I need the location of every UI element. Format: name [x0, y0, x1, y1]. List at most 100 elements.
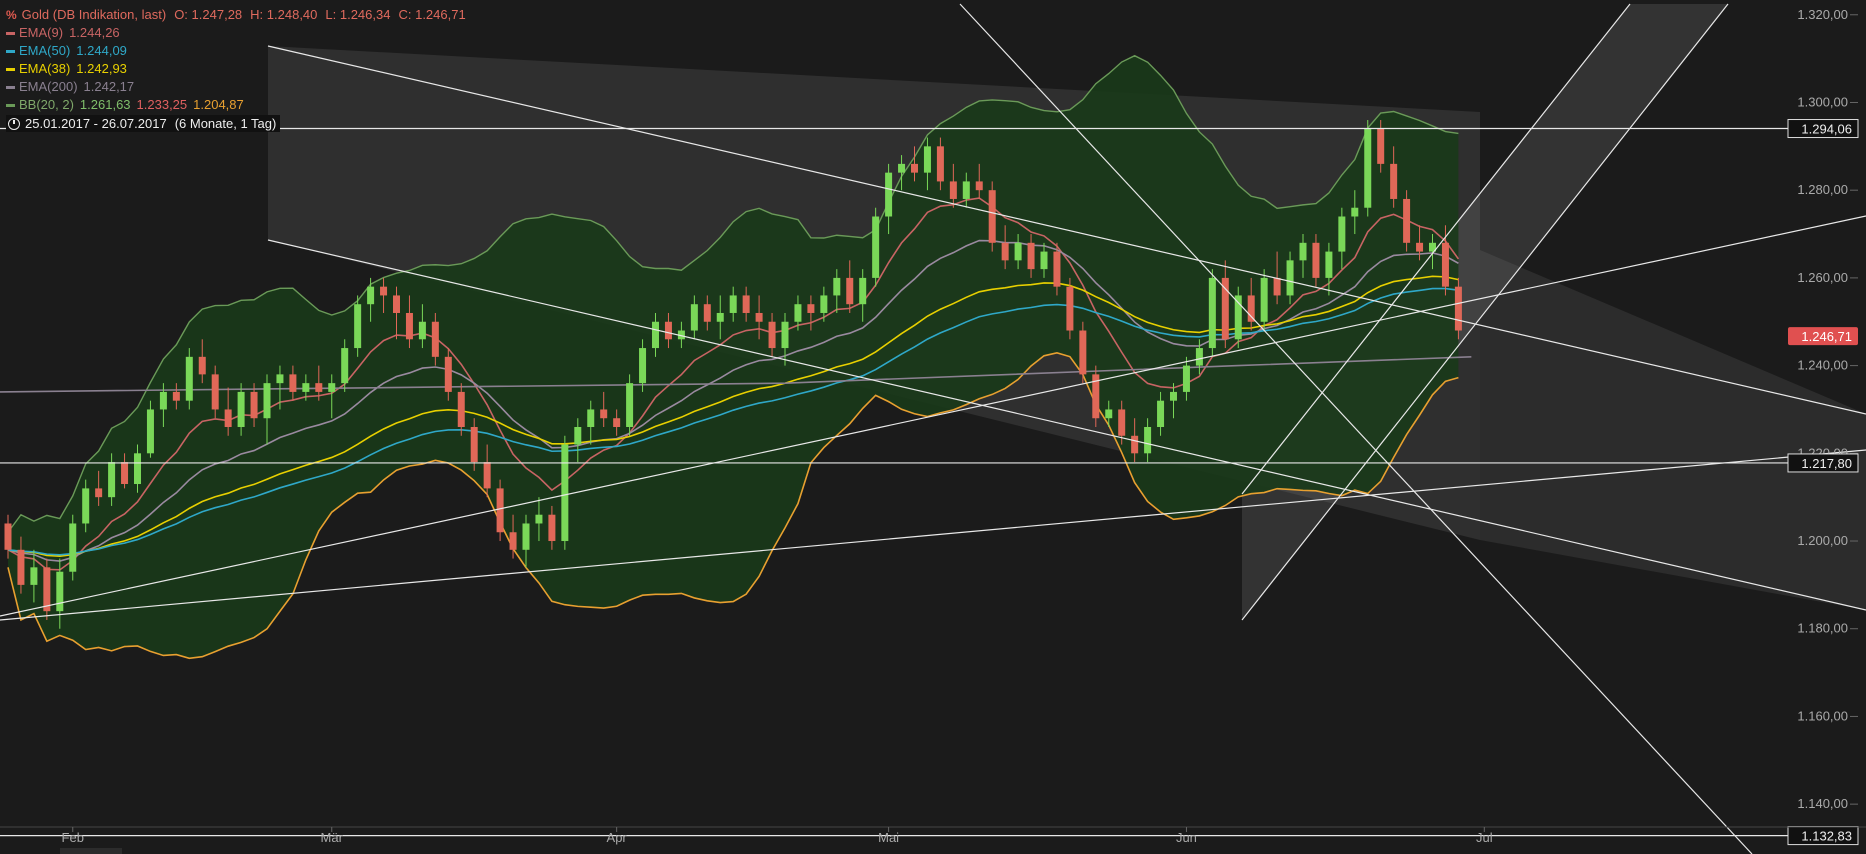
candle-body[interactable] — [781, 321, 789, 349]
candle-body[interactable] — [535, 514, 543, 524]
candle-body[interactable] — [522, 523, 530, 550]
candle-body[interactable] — [276, 374, 284, 384]
candle-body[interactable] — [172, 391, 180, 401]
candle-body[interactable] — [56, 571, 64, 612]
candle-body[interactable] — [768, 321, 776, 349]
candle-body[interactable] — [807, 304, 815, 313]
candle-body[interactable] — [1157, 400, 1165, 427]
candle-body[interactable] — [1416, 242, 1424, 252]
candle-body[interactable] — [328, 383, 336, 392]
candle-body[interactable] — [936, 146, 944, 182]
candle-body[interactable] — [1260, 277, 1268, 322]
candle-body[interactable] — [1182, 365, 1190, 392]
candle-body[interactable] — [1338, 216, 1346, 252]
candle-body[interactable] — [69, 523, 77, 572]
candle-body[interactable] — [367, 286, 375, 305]
candle-body[interactable] — [846, 277, 854, 305]
candle-body[interactable] — [587, 409, 595, 427]
instrument-name[interactable]: Gold (DB Indikation, last) — [22, 6, 167, 24]
candle-body[interactable] — [1027, 242, 1035, 270]
time-scrollbar-thumb[interactable] — [60, 848, 122, 854]
candle-body[interactable] — [30, 567, 38, 585]
candle-body[interactable] — [548, 514, 556, 542]
candle-body[interactable] — [949, 181, 957, 199]
candle-body[interactable] — [470, 427, 478, 463]
candle-body[interactable] — [872, 216, 880, 278]
candle-body[interactable] — [1208, 277, 1216, 349]
candle-body[interactable] — [1105, 409, 1113, 419]
candle-body[interactable] — [121, 462, 129, 485]
candle-body[interactable] — [664, 321, 672, 340]
candle-body[interactable] — [975, 181, 983, 191]
candle-body[interactable] — [134, 453, 141, 485]
candle-body[interactable] — [1364, 128, 1372, 208]
candle-body[interactable] — [1040, 251, 1048, 270]
legend-ema200[interactable]: EMA(200) 1.242,17 — [6, 78, 466, 96]
candle-body[interactable] — [898, 163, 906, 173]
candle-body[interactable] — [263, 383, 271, 419]
candle-body[interactable] — [639, 348, 647, 384]
candle-body[interactable] — [613, 418, 621, 427]
candle-body[interactable] — [988, 190, 996, 243]
candle-body[interactable] — [341, 348, 349, 384]
candle-body[interactable] — [626, 383, 634, 427]
candle-body[interactable] — [1144, 427, 1152, 454]
candle-body[interactable] — [198, 356, 206, 375]
candle-body[interactable] — [95, 488, 103, 498]
candle-body[interactable] — [1131, 435, 1139, 454]
candle-body[interactable] — [405, 312, 413, 340]
candle-body[interactable] — [923, 146, 931, 173]
candle-body[interactable] — [354, 304, 362, 349]
candle-body[interactable] — [652, 321, 659, 349]
candle-body[interactable] — [380, 286, 388, 296]
candle-body[interactable] — [911, 163, 918, 173]
candle-body[interactable] — [444, 356, 452, 392]
candle-body[interactable] — [1014, 242, 1022, 261]
candle-body[interactable] — [794, 304, 802, 322]
candle-body[interactable] — [820, 295, 828, 313]
candle-body[interactable] — [302, 383, 310, 392]
candle-body[interactable] — [859, 277, 867, 305]
legend-ema9[interactable]: EMA(9) 1.244,26 — [6, 24, 466, 42]
candle-body[interactable] — [146, 409, 154, 454]
candle-body[interactable] — [1221, 277, 1229, 340]
candle-body[interactable] — [729, 295, 737, 313]
candle-body[interactable] — [250, 391, 258, 419]
candle-body[interactable] — [703, 304, 711, 322]
candle-body[interactable] — [1441, 242, 1449, 287]
candle-body[interactable] — [108, 462, 116, 498]
candle-body[interactable] — [690, 304, 698, 331]
candle-body[interactable] — [755, 312, 763, 322]
candle-body[interactable] — [1273, 277, 1281, 296]
candle-body[interactable] — [431, 321, 439, 357]
candle-body[interactable] — [1299, 242, 1307, 261]
candle-body[interactable] — [4, 523, 12, 550]
candle-body[interactable] — [962, 181, 970, 199]
candle-body[interactable] — [1195, 348, 1203, 366]
candle-body[interactable] — [885, 172, 893, 217]
candle-body[interactable] — [185, 356, 193, 401]
candle-body[interactable] — [289, 374, 297, 392]
candle-body[interactable] — [43, 567, 51, 612]
candle-body[interactable] — [1325, 251, 1333, 278]
candle-body[interactable] — [17, 549, 25, 585]
candle-body[interactable] — [561, 444, 569, 542]
candle-body[interactable] — [716, 312, 724, 322]
candle-body[interactable] — [1118, 409, 1126, 436]
candle-body[interactable] — [483, 462, 491, 489]
candle-body[interactable] — [224, 409, 232, 427]
candle-body[interactable] — [1079, 330, 1087, 375]
candle-body[interactable] — [1312, 242, 1320, 278]
candle-body[interactable] — [509, 532, 517, 550]
candle-body[interactable] — [600, 409, 608, 419]
candle-body[interactable] — [82, 488, 90, 524]
candle-body[interactable] — [457, 391, 465, 427]
candle-body[interactable] — [418, 321, 426, 340]
date-range[interactable]: 25.01.2017 - 26.07.2017 (6 Monate, 1 Tag… — [6, 115, 281, 132]
candle-body[interactable] — [742, 295, 750, 313]
legend-bb[interactable]: BB(20, 2) 1.261,63 1.233,25 1.204,87 — [6, 96, 466, 114]
candle-body[interactable] — [1403, 198, 1411, 243]
candle-body[interactable] — [159, 391, 167, 410]
candle-body[interactable] — [574, 427, 582, 445]
candle-body[interactable] — [1247, 295, 1255, 322]
